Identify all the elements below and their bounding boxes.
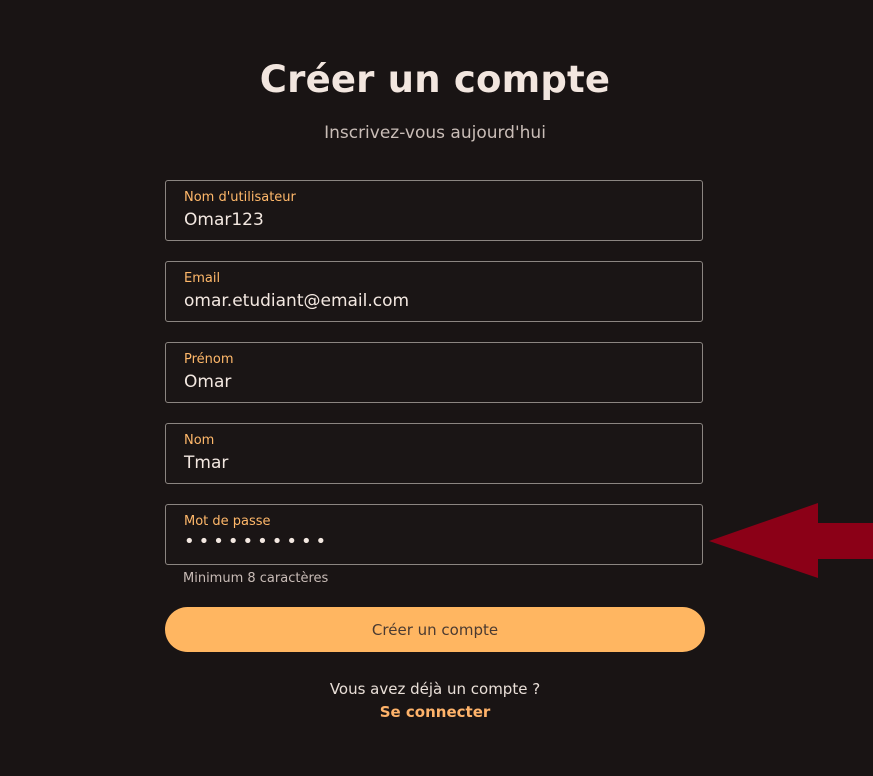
login-link[interactable]: Se connecter <box>0 703 870 721</box>
create-account-button[interactable]: Créer un compte <box>165 607 705 652</box>
last-name-field[interactable]: Nom Tmar <box>165 423 703 484</box>
existing-account-text: Vous avez déjà un compte ? <box>329 680 541 698</box>
password-helper-text: Minimum 8 caractères <box>183 571 329 586</box>
page-title: Créer un compte <box>259 58 611 101</box>
password-label: Mot de passe <box>184 514 271 529</box>
email-field[interactable]: Email omar.etudiant@email.com <box>165 261 703 322</box>
email-label: Email <box>184 271 221 286</box>
last-name-label: Nom <box>184 433 215 448</box>
password-value[interactable]: •••••••••• <box>184 531 330 552</box>
username-value[interactable]: Omar123 <box>184 210 264 230</box>
username-label: Nom d'utilisateur <box>184 190 296 205</box>
username-field[interactable]: Nom d'utilisateur Omar123 <box>165 180 703 241</box>
email-value[interactable]: omar.etudiant@email.com <box>184 291 409 311</box>
first-name-field[interactable]: Prénom Omar <box>165 342 703 403</box>
left-arrow-icon <box>709 503 873 578</box>
last-name-value[interactable]: Tmar <box>184 453 228 473</box>
password-field[interactable]: Mot de passe •••••••••• <box>165 504 703 565</box>
first-name-label: Prénom <box>184 352 234 367</box>
first-name-value[interactable]: Omar <box>184 372 231 392</box>
page-subtitle: Inscrivez-vous aujourd'hui <box>324 123 546 143</box>
